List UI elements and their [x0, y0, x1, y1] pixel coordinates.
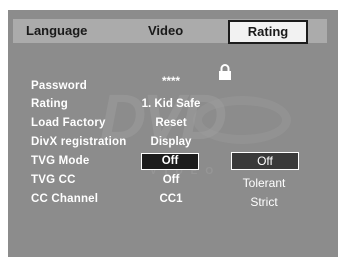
cc-channel-value[interactable]: CC1 [124, 193, 218, 205]
row-tvg-cc-label: TVG CC [31, 174, 76, 186]
row-password-label: Password [31, 80, 87, 92]
row-cc-channel-label: CC Channel [31, 193, 99, 205]
submenu-option-strict[interactable]: Strict [231, 195, 297, 209]
row-tvg-mode-label: TVG Mode [31, 155, 90, 167]
row-rating-label: Rating [31, 98, 68, 110]
tvg-cc-value[interactable]: Off [124, 174, 218, 186]
tab-bar: Language Video Rating [13, 19, 327, 44]
row-load-factory-label: Load Factory [31, 117, 106, 129]
submenu-option-tolerant[interactable]: Tolerant [231, 176, 297, 190]
osd-screen: DVD VIDEO [8, 10, 338, 257]
tvg-mode-value[interactable]: Off [141, 153, 199, 170]
rating-value[interactable]: 1. Kid Safe [124, 98, 218, 110]
tab-language[interactable]: Language [26, 19, 87, 43]
password-value[interactable]: **** [124, 76, 218, 88]
load-factory-value[interactable]: Reset [124, 117, 218, 129]
lock-icon [218, 64, 232, 85]
divx-value[interactable]: Display [124, 136, 218, 148]
submenu-option-off[interactable]: Off [231, 152, 299, 170]
row-divx-label: DivX registration [31, 136, 127, 148]
tab-video[interactable]: Video [148, 19, 183, 43]
tab-rating[interactable]: Rating [228, 20, 308, 44]
